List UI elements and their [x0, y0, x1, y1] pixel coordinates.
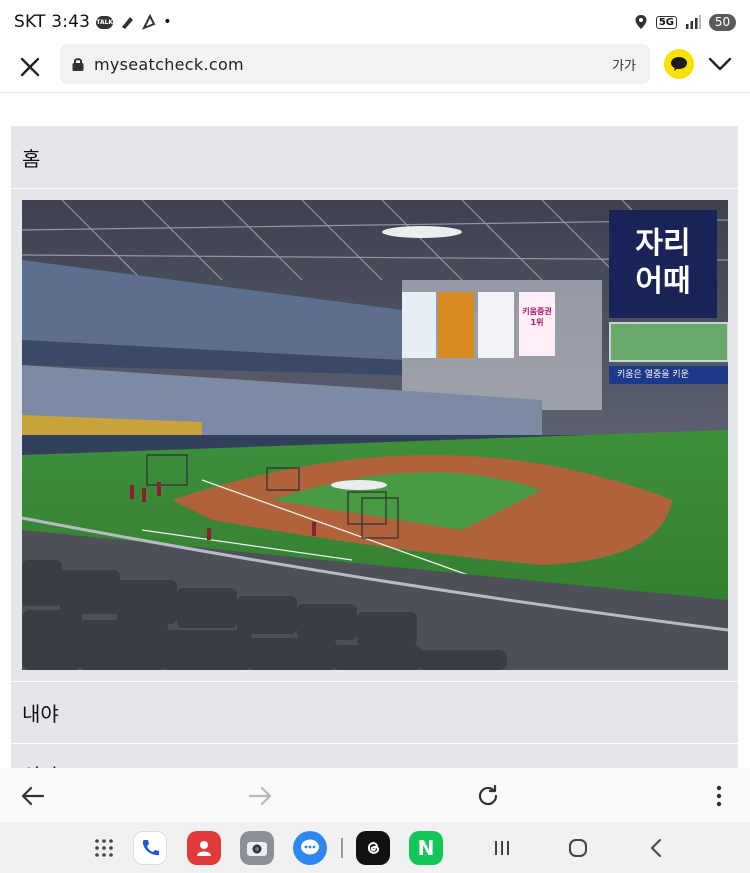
naver-app-icon: N [417, 836, 435, 860]
close-icon [20, 57, 40, 77]
home-button[interactable] [563, 833, 593, 863]
app-drawer-icon [95, 839, 113, 857]
home-icon [569, 839, 587, 857]
logo-line-1: 자리 [635, 226, 691, 261]
recents-icon [495, 841, 509, 855]
naver-app[interactable]: N [409, 831, 443, 865]
logo-line-2: 어때 [635, 264, 691, 299]
menu-item-infield[interactable]: 내야 [11, 681, 738, 743]
carrier-time: SKT 3:43 [14, 12, 91, 32]
text-size-button[interactable]: 가가 [612, 55, 636, 74]
app-drawer-button[interactable] [87, 831, 121, 865]
page-content: 홈 키움증권 1위 자리 어때 키움은 열중을 키운 내야 [11, 126, 738, 788]
address-bar-divider [0, 92, 750, 93]
camera-app[interactable] [240, 831, 274, 865]
kakao-talk-icon [671, 57, 687, 71]
status-bar: SKT 3:43 TALK • 5G 50 [0, 0, 750, 44]
divider [11, 188, 738, 189]
dock-divider [341, 838, 343, 858]
menu-item-home[interactable]: 홈 [11, 126, 738, 188]
chevron-down-icon [708, 57, 732, 71]
messages-app[interactable] [293, 831, 327, 865]
back-icon [651, 839, 661, 857]
stadium-photo: 키움증권 1위 자리 어때 키움은 열중을 키운 [22, 200, 728, 670]
kakao-talk-button[interactable] [664, 49, 694, 79]
talk-icon: TALK [96, 15, 114, 29]
signal-icon [685, 15, 701, 29]
menu-item-label: 홈 [22, 146, 41, 171]
close-button[interactable] [14, 51, 46, 83]
recents-button[interactable] [487, 833, 517, 863]
back-button[interactable] [18, 781, 48, 811]
lock-icon [68, 54, 88, 74]
expand-toolbar-button[interactable] [706, 50, 734, 78]
address-bar: myseatcheck.com 가가 [0, 44, 750, 90]
battery-indicator: 50 [709, 13, 736, 31]
contacts-app-icon [197, 841, 211, 856]
phone-app[interactable] [133, 831, 167, 865]
pen-icon [119, 14, 135, 30]
seat-review-logo: 자리 어때 [609, 210, 717, 318]
ad-banner: 키움증권 1위 [519, 292, 555, 356]
back-arrow-icon [21, 786, 45, 806]
gesture-icon [141, 14, 157, 30]
threads-app[interactable] [356, 831, 390, 865]
browser-bottom-toolbar [0, 768, 750, 822]
menu-item-label: 내야 [22, 701, 59, 726]
reload-icon [478, 784, 498, 806]
scoreboard-screen [609, 322, 728, 362]
menu-dots-icon [716, 785, 722, 807]
messages-app-icon [301, 839, 319, 855]
phone-app-icon [142, 840, 159, 856]
scoreboard-caption: 키움은 열중을 키운 [609, 366, 728, 384]
camera-app-icon [247, 842, 267, 856]
forward-button[interactable] [245, 781, 275, 811]
system-nav-bar: N [0, 822, 750, 873]
reload-button[interactable] [473, 781, 503, 811]
location-icon [634, 14, 648, 30]
network-type: 5G [655, 15, 677, 29]
url-field[interactable]: myseatcheck.com 가가 [60, 44, 650, 84]
mobile-screen: SKT 3:43 TALK • 5G 50 myseatcheck.com 가가… [0, 0, 750, 873]
more-menu-button[interactable] [704, 781, 734, 811]
forward-arrow-icon [248, 786, 272, 806]
system-back-button[interactable] [641, 833, 671, 863]
threads-app-icon [367, 842, 380, 854]
dot-icon: • [163, 14, 172, 30]
url-text: myseatcheck.com [94, 54, 244, 74]
contacts-app[interactable] [187, 831, 221, 865]
